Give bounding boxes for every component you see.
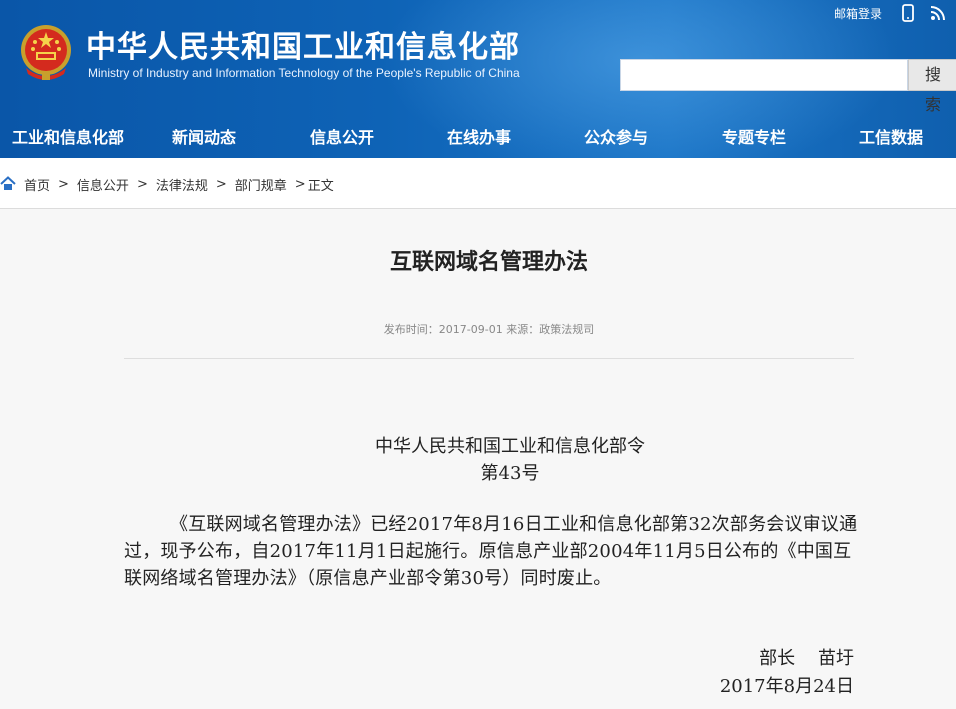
breadcrumb-laws[interactable]: 法律法规 xyxy=(156,175,208,194)
main-nav: 工业和信息化部 新闻动态 信息公开 在线办事 公众参与 专题专栏 工信数据 xyxy=(0,118,956,158)
breadcrumb-separator: > xyxy=(294,176,306,192)
divider xyxy=(124,358,854,359)
article-meta: 发布时间：2017-09-01 来源：政策法规司 xyxy=(383,323,595,336)
rss-icon[interactable] xyxy=(928,3,948,23)
site-header: 中华人民共和国工业和信息化部 Ministry of Industry and … xyxy=(0,0,956,158)
order-issuer: 中华人民共和国工业和信息化部令 xyxy=(375,436,645,457)
nav-item-online-services[interactable]: 在线办事 xyxy=(447,118,511,158)
breadcrumb-dept-rules[interactable]: 部门规章 xyxy=(235,175,287,194)
breadcrumb-current: 正文 xyxy=(307,178,334,194)
breadcrumb-separator: > xyxy=(215,176,227,192)
signature-title: 部长 苗圩 xyxy=(759,648,854,669)
site-title[interactable]: 中华人民共和国工业和信息化部 xyxy=(86,22,520,66)
home-icon xyxy=(0,176,16,192)
breadcrumb: 首页 > 信息公开 > 法律法规 > 部门规章 > 正文 xyxy=(0,174,334,194)
article-title: 互联网域名管理办法 xyxy=(389,250,588,275)
nav-item-miit[interactable]: 工业和信息化部 xyxy=(12,118,124,158)
nav-item-special-topics[interactable]: 专题专栏 xyxy=(722,118,786,158)
nav-item-info-disclosure[interactable]: 信息公开 xyxy=(310,118,374,158)
signature-date: 2017年8月24日 xyxy=(719,676,854,697)
top-links: 邮箱登录 xyxy=(834,3,948,23)
breadcrumb-home[interactable]: 首页 xyxy=(24,175,50,194)
mobile-icon[interactable] xyxy=(898,3,918,23)
article-paragraph: 《互联网域名管理办法》已经2017年8月16日工业和信息化部第32次部务会议审议… xyxy=(124,514,858,589)
order-number: 第43号 xyxy=(480,463,540,484)
email-login-link[interactable]: 邮箱登录 xyxy=(834,5,882,22)
breadcrumb-separator: > xyxy=(136,176,148,192)
breadcrumb-separator: > xyxy=(58,176,69,192)
nav-item-data[interactable]: 工信数据 xyxy=(859,118,923,158)
breadcrumb-bar: 首页 > 信息公开 > 法律法规 > 部门规章 > 正文 xyxy=(0,158,956,209)
national-emblem-icon[interactable] xyxy=(18,22,74,82)
nav-item-news[interactable]: 新闻动态 xyxy=(172,118,236,158)
site-subtitle: Ministry of Industry and Information Tec… xyxy=(88,66,520,80)
search-input[interactable] xyxy=(620,59,908,91)
breadcrumb-info-disclosure[interactable]: 信息公开 xyxy=(77,175,129,194)
search-button[interactable]: 搜索 xyxy=(908,59,956,114)
nav-item-public-participation[interactable]: 公众参与 xyxy=(584,118,648,158)
